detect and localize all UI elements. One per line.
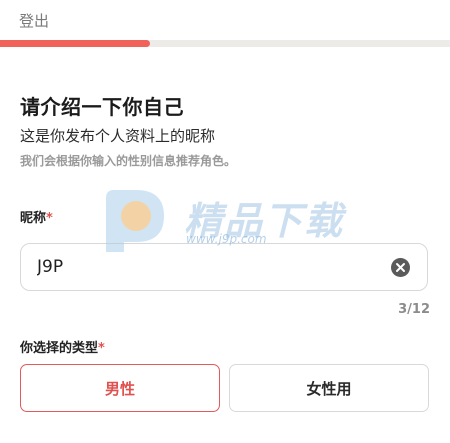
progress-fill [0, 40, 150, 47]
watermark-text: 精品下载 [184, 199, 345, 243]
type-label: 你选择的类型* [20, 337, 105, 356]
required-asterisk: * [46, 211, 53, 226]
type-option-female[interactable]: 女性用 [229, 364, 429, 412]
page-subtitle: 这是你发布个人资料上的昵称 [20, 127, 216, 145]
clear-circle-icon[interactable] [391, 258, 410, 277]
nickname-char-counter: 3/12 [398, 302, 430, 317]
progress-bar [0, 40, 450, 47]
page-title: 请介绍一下你自己 [20, 95, 184, 119]
nickname-input[interactable] [37, 244, 377, 290]
type-option-male[interactable]: 男性 [20, 364, 220, 412]
nickname-label-text: 昵称 [20, 211, 47, 226]
top-bar: 登出 [0, 0, 450, 40]
profile-setup-page: 登出 请介绍一下你自己 这是你发布个人资料上的昵称 我们会根据你输入的性别信息推… [0, 0, 450, 443]
gender-hint-text: 我们会根据你输入的性别信息推荐角色。 [20, 154, 237, 168]
logout-button[interactable]: 登出 [19, 10, 49, 31]
type-label-text: 你选择的类型 [20, 341, 99, 356]
nickname-label: 昵称* [20, 207, 53, 226]
required-asterisk: * [98, 341, 105, 356]
nickname-field[interactable] [20, 243, 428, 291]
